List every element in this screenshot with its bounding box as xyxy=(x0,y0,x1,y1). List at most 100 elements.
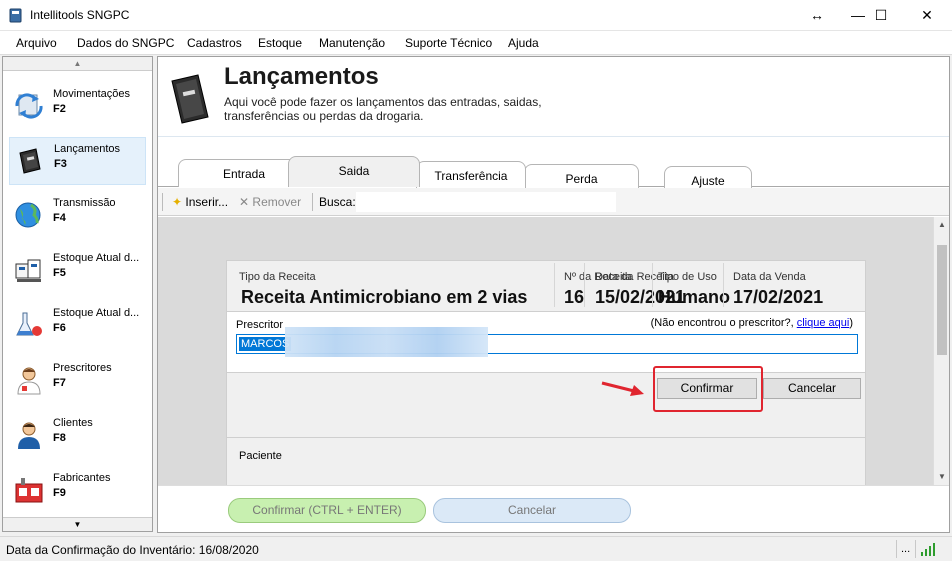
prescritor-label: Prescritor xyxy=(236,319,284,331)
prescritor-hint-text: (Não encontrou o prescritor?, xyxy=(650,317,794,329)
sidebar-item-label: Estoque Atual d... xyxy=(53,307,140,319)
sidebar-item-estoque-atual-2[interactable]: Estoque Atual d... F6 xyxy=(9,302,146,350)
data-venda-label: Data da Venda xyxy=(733,271,806,283)
redacted-blur xyxy=(285,327,488,357)
content-area: Tipo da Receita Receita Antimicrobiano e… xyxy=(158,217,933,485)
page-description: Aqui você pode fazer os lançamentos das … xyxy=(224,95,542,123)
book-icon xyxy=(19,148,41,174)
sidebar-item-clientes[interactable]: Clientes F8 xyxy=(9,412,146,460)
insert-label: Inserir... xyxy=(185,195,229,209)
menu-suporte-tecnico[interactable]: Suporte Técnico xyxy=(405,36,492,50)
prescritor-hint: (Não encontrou o prescritor?, clique aqu… xyxy=(651,317,853,329)
remove-label: Remover xyxy=(252,195,302,209)
sidebar-item-label: Movimentações xyxy=(53,88,131,100)
resize-icon[interactable]: ↔ xyxy=(797,0,837,31)
prescritor-panel: Prescritor (Não encontrou o prescritor?,… xyxy=(227,311,865,373)
sidebar-item-label: Estoque Atual d... xyxy=(53,252,140,264)
clique-aqui-link[interactable]: clique aqui xyxy=(797,317,850,329)
red-arrow-icon xyxy=(601,381,644,396)
tab-strip: Entrada Ajuste Perda Transferência Saida xyxy=(158,137,949,194)
menu-cadastros[interactable]: Cadastros xyxy=(187,36,242,50)
sidebar-scroll-down-button[interactable]: ▼ xyxy=(3,517,152,531)
prescritor-hint-end: ) xyxy=(849,317,853,329)
sidebar-item-label: Fabricantes xyxy=(53,472,111,484)
vertical-scrollbar[interactable]: ▲ ▼ xyxy=(933,217,949,485)
search-label: Busca: xyxy=(319,195,356,209)
tipo-receita-label: Tipo da Receita xyxy=(239,271,316,283)
confirm-ctrl-enter-button[interactable]: Confirmar (CTRL + ENTER) xyxy=(228,498,426,523)
menu-ajuda[interactable]: Ajuda xyxy=(508,36,539,50)
sidebar: ▲ Movimentações F2 Lançamentos F3 Transm… xyxy=(2,56,153,532)
remove-button[interactable]: ✕ Remover xyxy=(239,195,301,209)
sidebar-item-label: Lançamentos xyxy=(54,143,121,155)
tipo-uso-value: Humano xyxy=(658,287,730,307)
close-button[interactable]: ✕ xyxy=(904,0,950,31)
sidebar-item-lancamentos[interactable]: Lançamentos F3 xyxy=(9,137,146,185)
main-panel: Lançamentos Aqui você pode fazer os lanç… xyxy=(157,56,950,533)
title-bar: Intellitools SNGPC ↔ — ☐ ✕ xyxy=(0,0,952,31)
menu-manutencao[interactable]: Manutenção xyxy=(319,36,385,50)
sidebar-item-shortcut: F8 xyxy=(53,432,66,444)
x-icon: ✕ xyxy=(239,195,250,209)
sidebar-item-shortcut: F5 xyxy=(53,267,66,279)
book-icon xyxy=(171,74,209,124)
menu-bar: Arquivo Dados do SNGPC Cadastros Estoque… xyxy=(0,31,952,55)
sync-arrows-icon xyxy=(15,93,43,119)
cancel-button[interactable]: Cancelar xyxy=(763,378,861,399)
sidebar-item-label: Transmissão xyxy=(53,197,116,209)
star-icon: ✦ xyxy=(172,195,183,209)
status-dots: ... xyxy=(901,543,911,555)
sidebar-item-estoque-atual-1[interactable]: Estoque Atual d... F5 xyxy=(9,247,146,295)
globe-icon xyxy=(15,202,41,228)
sidebar-item-shortcut: F4 xyxy=(53,212,66,224)
sidebar-item-label: Clientes xyxy=(53,417,93,429)
page-header: Lançamentos Aqui você pode fazer os lanç… xyxy=(158,57,949,137)
maximize-button[interactable]: ☐ xyxy=(858,0,904,31)
window-title: Intellitools SNGPC xyxy=(30,8,130,22)
sidebar-item-transmissao[interactable]: Transmissão F4 xyxy=(9,192,146,240)
sidebar-item-shortcut: F6 xyxy=(53,322,66,334)
sidebar-item-movimentacoes[interactable]: Movimentações F2 xyxy=(9,83,146,131)
sidebar-item-shortcut: F3 xyxy=(54,158,67,170)
menu-arquivo[interactable]: Arquivo xyxy=(16,36,57,50)
sidebar-item-shortcut: F2 xyxy=(53,103,66,115)
footer-cancel-button[interactable]: Cancelar xyxy=(433,498,631,523)
sidebar-item-shortcut: F7 xyxy=(53,377,66,389)
tipo-receita-value: Receita Antimicrobiano em 2 vias xyxy=(241,287,528,307)
app-icon xyxy=(9,8,22,23)
sidebar-item-label: Prescritores xyxy=(53,362,112,374)
scroll-thumb[interactable] xyxy=(937,245,947,355)
search-input[interactable] xyxy=(356,192,616,212)
prescritor-input[interactable]: MARCOS xyxy=(236,327,858,357)
sidebar-item-prescritores[interactable]: Prescritores F7 xyxy=(9,357,146,405)
insert-button[interactable]: ✦ Inserir... xyxy=(172,195,228,209)
highlight-box xyxy=(653,366,763,412)
tab-transferencia[interactable]: Transferência xyxy=(416,161,526,189)
tab-saida[interactable]: Saida xyxy=(288,156,420,187)
person-icon xyxy=(18,422,40,449)
scroll-up-icon[interactable]: ▲ xyxy=(934,217,950,233)
paciente-section: Paciente xyxy=(227,437,865,485)
toolbar: ✦ Inserir... ✕ Remover Busca: xyxy=(158,188,949,216)
sidebar-item-shortcut: F9 xyxy=(53,487,66,499)
status-bar: Data da Confirmação do Inventário: 16/08… xyxy=(0,536,952,561)
tipo-uso-label: Tipo de Uso xyxy=(658,271,717,283)
numero-receita-value: 16 xyxy=(564,287,585,307)
scroll-down-icon[interactable]: ▼ xyxy=(934,469,950,485)
sidebar-scroll-up-button[interactable]: ▲ xyxy=(3,57,152,71)
sidebar-item-fabricantes[interactable]: Fabricantes F9 xyxy=(9,467,146,515)
paciente-label: Paciente xyxy=(239,450,282,462)
signal-icon xyxy=(921,543,935,556)
prescritor-selected-text: MARCOS xyxy=(239,337,292,351)
status-text: Data da Confirmação do Inventário: 16/08… xyxy=(6,543,259,557)
data-venda-value: 17/02/2021 xyxy=(733,287,824,307)
boxes-icon xyxy=(15,259,41,282)
menu-dados-sngpc[interactable]: Dados do SNGPC xyxy=(77,36,174,50)
footer-bar: Confirmar (CTRL + ENTER) Cancelar xyxy=(158,485,949,532)
menu-estoque[interactable]: Estoque xyxy=(258,36,302,50)
lab-flask-icon xyxy=(16,312,42,336)
doctor-icon xyxy=(17,367,41,395)
receita-card: Tipo da Receita Receita Antimicrobiano e… xyxy=(226,260,866,485)
page-title: Lançamentos xyxy=(224,63,379,90)
factory-icon xyxy=(15,478,43,503)
